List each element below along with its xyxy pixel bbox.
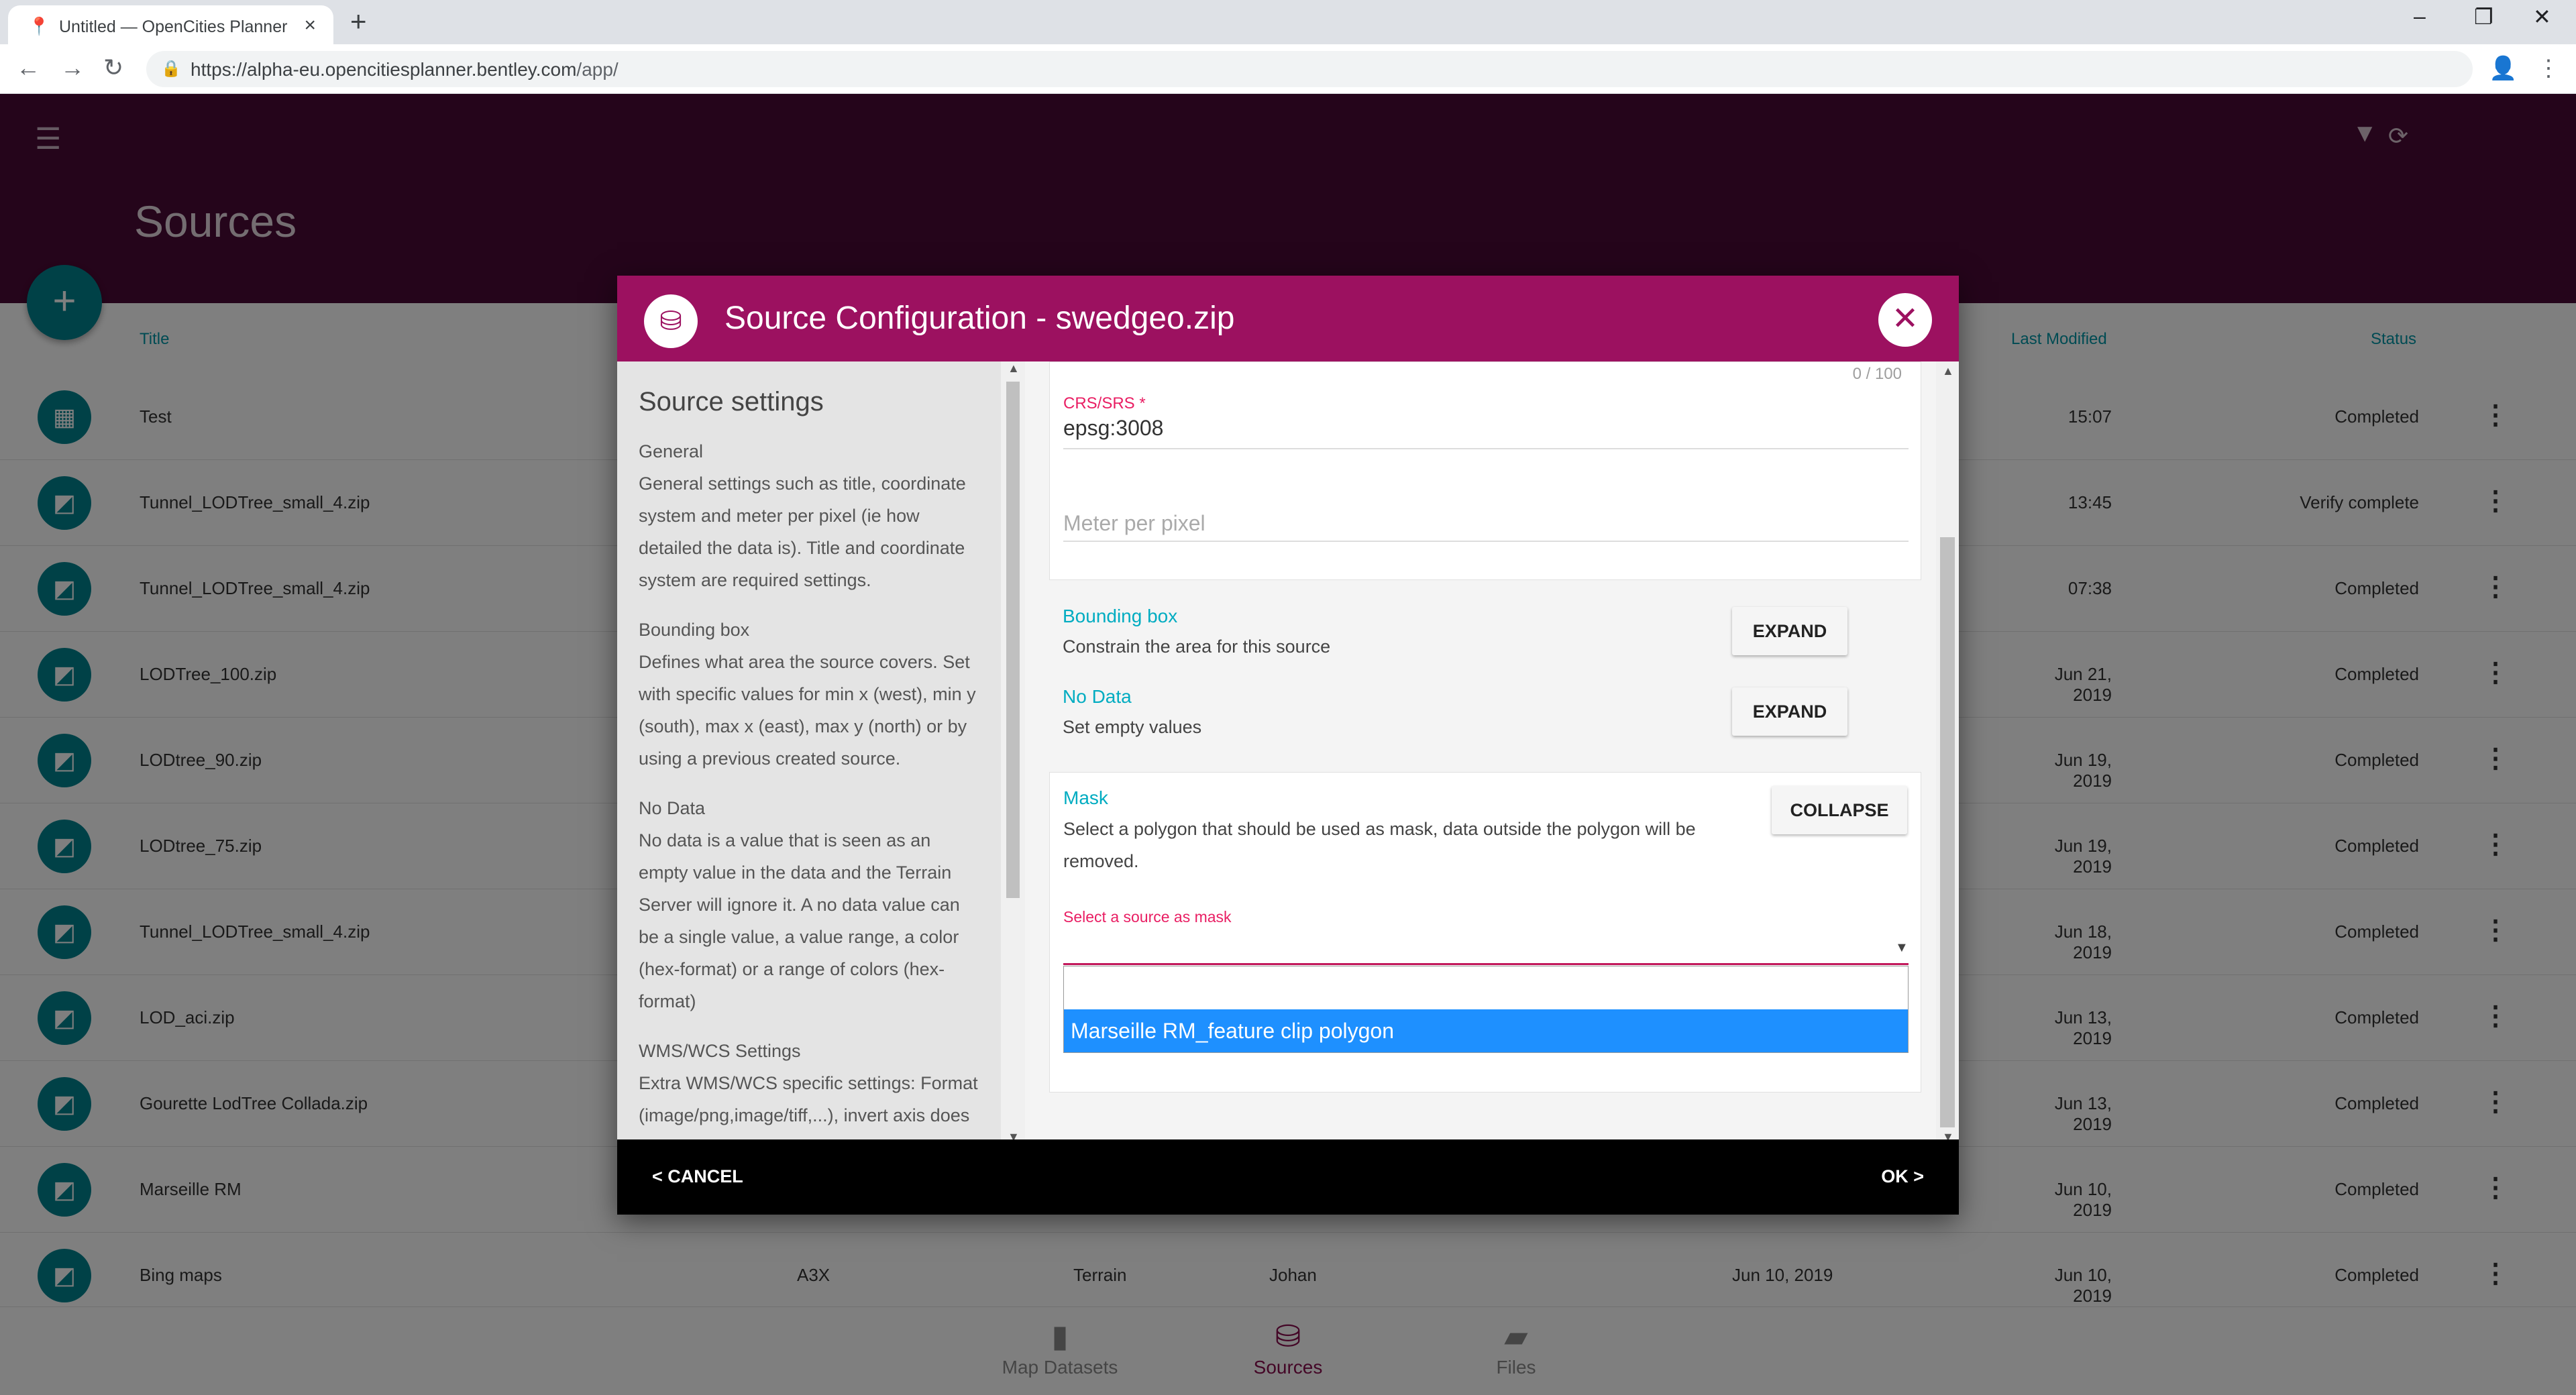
bounding-box-title: Bounding box bbox=[1063, 606, 1178, 626]
help-general: General General settings such as title, … bbox=[639, 435, 981, 596]
help-section-text: Extra WMS/WCS specific settings: Format … bbox=[639, 1073, 978, 1146]
no-data-desc: Set empty values bbox=[1063, 717, 1202, 737]
help-section-text: No data is a value that is seen as an em… bbox=[639, 830, 960, 1011]
tab-close-icon[interactable]: × bbox=[304, 14, 316, 37]
meter-per-pixel-field[interactable]: Meter per pixel bbox=[1063, 511, 1205, 536]
database-icon: ⛁ bbox=[644, 294, 698, 348]
cancel-button[interactable]: < CANCEL bbox=[652, 1166, 743, 1187]
scrollbar-thumb[interactable] bbox=[1006, 382, 1020, 898]
profile-icon[interactable]: 👤 bbox=[2489, 55, 2517, 82]
mask-select[interactable] bbox=[1063, 963, 1909, 965]
help-pane: Source settings General General settings… bbox=[617, 361, 1001, 1146]
character-counter: 0 / 100 bbox=[1852, 365, 1902, 383]
back-icon[interactable]: ← bbox=[16, 54, 40, 82]
scroll-up-icon[interactable]: ▲ bbox=[1942, 364, 1954, 378]
reload-icon[interactable]: ↻ bbox=[103, 54, 123, 82]
mpp-underline bbox=[1063, 541, 1909, 542]
url-text: https://alpha-eu.opencitiesplanner.bentl… bbox=[191, 59, 619, 80]
general-settings-card: 0 / 100 CRS/SRS * epsg:3008 Meter per pi… bbox=[1049, 361, 1921, 580]
scrollbar-thumb[interactable] bbox=[1940, 537, 1955, 1127]
browser-tabstrip: 📍 Untitled — OpenCities Planner × + – ❐ … bbox=[0, 0, 2576, 44]
dialog-header: ⛁ Source Configuration - swedgeo.zip ✕ bbox=[617, 276, 1959, 361]
mask-card: Mask Select a polygon that should be use… bbox=[1049, 772, 1921, 1093]
no-data-expand-button[interactable]: EXPAND bbox=[1732, 687, 1847, 736]
help-scrollbar[interactable]: ▲ ▼ bbox=[1001, 361, 1025, 1146]
mask-dropdown-list: Marseille RM_feature clip polygon bbox=[1063, 966, 1909, 1053]
dialog-title: Source Configuration - swedgeo.zip bbox=[724, 300, 1235, 336]
help-wms-wcs: WMS/WCS Settings Extra WMS/WCS specific … bbox=[639, 1035, 981, 1146]
minimize-icon[interactable]: – bbox=[2414, 4, 2426, 29]
dialog-footer: < CANCEL OK > bbox=[617, 1139, 1959, 1215]
no-data-title: No Data bbox=[1063, 686, 1132, 707]
bounding-box-expand-button[interactable]: EXPAND bbox=[1732, 607, 1847, 655]
mask-title: Mask bbox=[1063, 787, 1108, 808]
scroll-up-icon[interactable]: ▲ bbox=[1008, 361, 1020, 376]
browser-menu-icon[interactable]: ⋮ bbox=[2537, 55, 2560, 82]
dialog-body: Source settings General General settings… bbox=[617, 361, 1959, 1146]
settings-pane: 0 / 100 CRS/SRS * epsg:3008 Meter per pi… bbox=[1025, 361, 1921, 1146]
help-no-data: No Data No data is a value that is seen … bbox=[639, 792, 981, 1017]
new-tab-button[interactable]: + bbox=[350, 5, 367, 38]
tab-title: Untitled — OpenCities Planner bbox=[59, 17, 288, 36]
browser-tab[interactable]: 📍 Untitled — OpenCities Planner × bbox=[8, 5, 333, 44]
crs-label: CRS/SRS * bbox=[1063, 394, 1146, 412]
lock-icon: 🔒 bbox=[161, 60, 181, 78]
help-section-text: General settings such as title, coordina… bbox=[639, 473, 966, 590]
help-bounding-box: Bounding box Defines what area the sourc… bbox=[639, 614, 981, 775]
forward-icon[interactable]: → bbox=[60, 54, 85, 82]
mask-collapse-button[interactable]: COLLAPSE bbox=[1772, 786, 1907, 834]
dropdown-option[interactable]: Marseille RM_feature clip polygon bbox=[1064, 1009, 1908, 1052]
help-section-title: General bbox=[639, 441, 704, 461]
ok-button[interactable]: OK > bbox=[1881, 1166, 1924, 1187]
settings-scrollbar[interactable]: ▲ ▼ bbox=[1936, 361, 1959, 1146]
close-dialog-button[interactable]: ✕ bbox=[1878, 293, 1932, 347]
help-section-title: Bounding box bbox=[639, 620, 750, 640]
window-close-icon[interactable]: ✕ bbox=[2533, 4, 2551, 30]
crs-underline bbox=[1063, 448, 1909, 449]
help-heading: Source settings bbox=[639, 387, 824, 416]
restore-icon[interactable]: ❐ bbox=[2474, 4, 2493, 30]
crs-field[interactable]: epsg:3008 bbox=[1063, 416, 1163, 441]
mask-desc: Select a polygon that should be used as … bbox=[1063, 819, 1696, 871]
mask-select-label: Select a source as mask bbox=[1063, 908, 1232, 926]
map-pin-icon: 📍 bbox=[28, 16, 50, 36]
help-section-text: Defines what area the source covers. Set… bbox=[639, 652, 976, 769]
address-bar[interactable]: 🔒 https://alpha-eu.opencitiesplanner.ben… bbox=[146, 51, 2473, 87]
browser-toolbar: ← → ↻ 🔒 https://alpha-eu.opencitiesplann… bbox=[0, 44, 2576, 94]
source-configuration-dialog: ⛁ Source Configuration - swedgeo.zip ✕ S… bbox=[617, 276, 1959, 1215]
dropdown-search-input[interactable] bbox=[1064, 966, 1908, 1009]
help-section-title: WMS/WCS Settings bbox=[639, 1041, 801, 1061]
bounding-box-desc: Constrain the area for this source bbox=[1063, 636, 1331, 657]
help-section-title: No Data bbox=[639, 798, 706, 818]
dropdown-arrow-icon[interactable]: ▼ bbox=[1895, 940, 1909, 956]
